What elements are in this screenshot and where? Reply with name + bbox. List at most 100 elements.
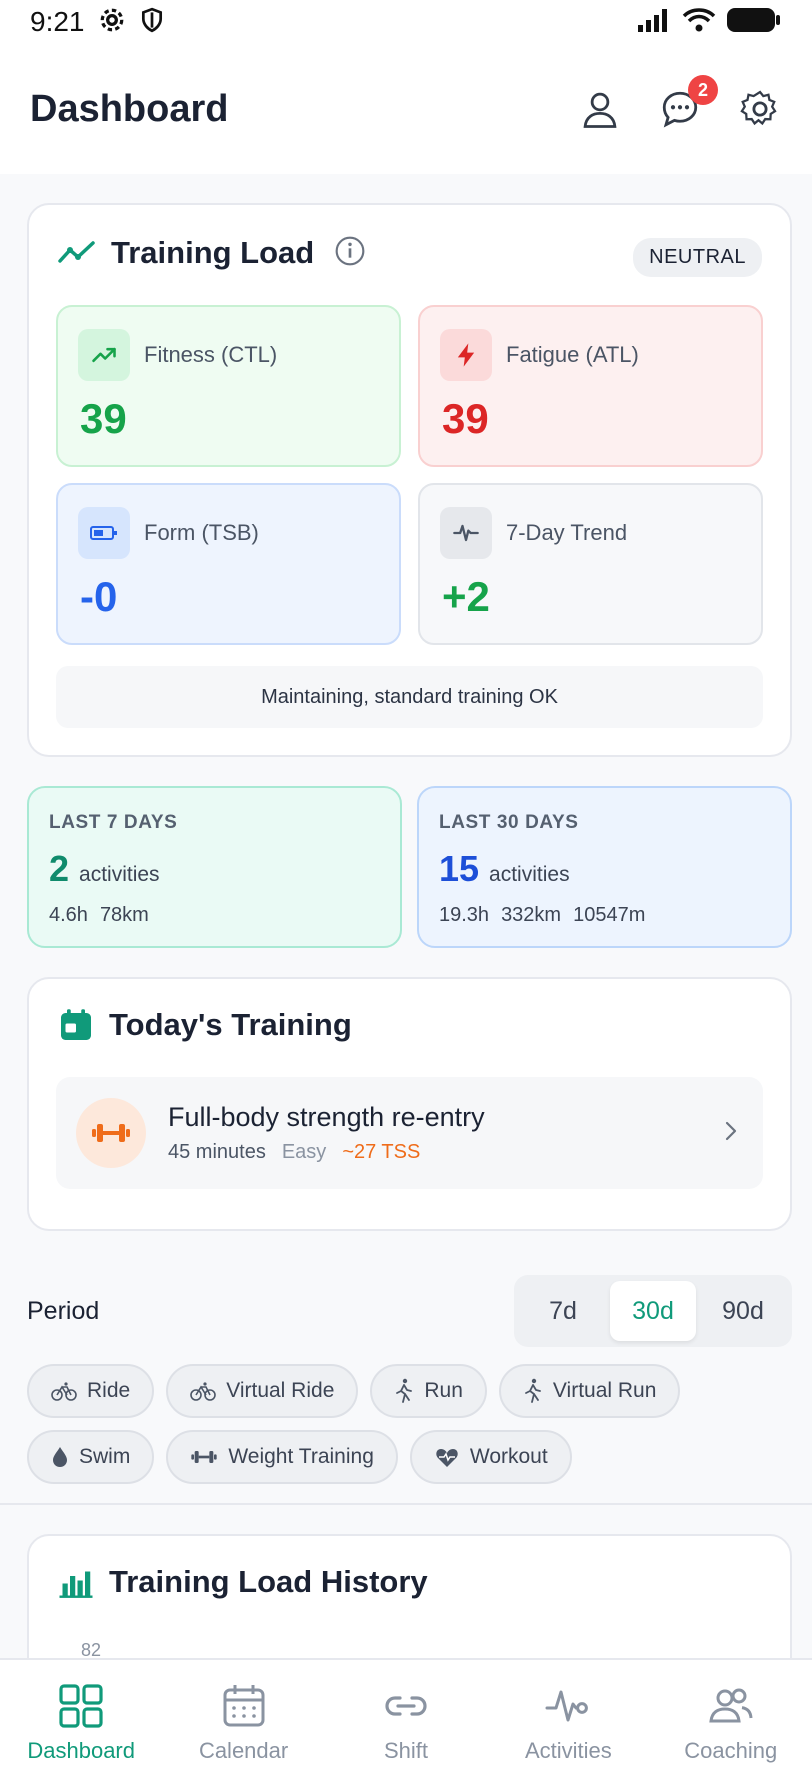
workout-item[interactable]: Full-body strength re-entry 45 minutes E…: [56, 1077, 763, 1189]
page-title: Dashboard: [30, 87, 229, 130]
period-option-90d[interactable]: 90d: [700, 1281, 786, 1341]
last-30-days-elevation: 10547m: [573, 904, 646, 926]
runner-icon: [525, 1378, 541, 1403]
last-7-days-card[interactable]: LAST 7 DAYS 2 activities 4.6h 78km: [27, 786, 402, 948]
bike-icon: [190, 1382, 217, 1401]
runner-icon: [396, 1378, 413, 1403]
last-7-days-count: 2: [49, 848, 70, 889]
messages-button[interactable]: 2: [658, 75, 718, 131]
chevron-right-icon: [719, 1117, 743, 1150]
info-icon[interactable]: [334, 235, 366, 272]
heart-pulse-icon: [436, 1449, 458, 1467]
filter-chip-label: Weight Training: [228, 1445, 374, 1468]
status-bar: 9:21: [0, 0, 812, 44]
filter-chip-virtual-ride[interactable]: Virtual Ride: [166, 1364, 359, 1418]
last-30-days-distance: 332km: [501, 904, 562, 926]
pulse-icon: [440, 507, 492, 559]
period-segmented-control: 7d 30d 90d: [514, 1275, 792, 1347]
trend-line-icon: [58, 241, 95, 263]
filter-chip-swim[interactable]: Swim: [27, 1430, 155, 1484]
messages-badge: 2: [688, 75, 718, 105]
dumbbell-icon: [191, 1451, 218, 1463]
dashboard-content: Training Load NEUTRAL Fitness (CTL) 39 F…: [0, 174, 812, 1658]
section-divider: [0, 1503, 812, 1505]
last-7-days-label: LAST 7 DAYS: [49, 812, 178, 833]
period-option-30d[interactable]: 30d: [610, 1281, 696, 1341]
battery-icon: [726, 6, 782, 39]
fatigue-value: 39: [442, 395, 489, 442]
todays-training-card: Today's Training Full-body strength re-e…: [27, 977, 792, 1231]
training-load-history-title: Training Load History: [109, 1564, 428, 1599]
workout-name: Full-body strength re-entry: [168, 1102, 485, 1132]
settings-status-icon: [99, 7, 125, 38]
nav-item-coaching[interactable]: Coaching: [656, 1682, 806, 1764]
battery-level-icon: [78, 507, 130, 559]
training-load-history-card: Training Load History 82: [27, 1534, 792, 1658]
filter-chip-workout[interactable]: Workout: [409, 1430, 572, 1484]
last-30-days-hours: 19.3h: [439, 904, 490, 926]
fatigue-metric: Fatigue (ATL) 39: [418, 305, 763, 467]
signal-icon: [636, 7, 672, 38]
last-30-days-unit: activities: [489, 863, 570, 886]
filter-chip-ride[interactable]: Ride: [27, 1364, 155, 1418]
water-drop-icon: [53, 1447, 67, 1467]
filter-chip-virtual-run[interactable]: Virtual Run: [498, 1364, 681, 1418]
filter-chip-weight-training[interactable]: Weight Training: [166, 1430, 398, 1484]
app-header: Dashboard 2: [0, 44, 812, 174]
wifi-icon: [682, 7, 716, 38]
nav-item-shift[interactable]: Shift: [331, 1682, 481, 1764]
period-selector-row: Period 7d 30d 90d: [27, 1274, 792, 1348]
last-7-days-distance: 78km: [99, 904, 149, 926]
filter-chip-label: Virtual Run: [552, 1379, 657, 1402]
nav-label: Calendar: [198, 1738, 289, 1763]
trend-label: 7-Day Trend: [506, 520, 628, 545]
workout-level: Easy: [281, 1141, 327, 1163]
chart-y-tick: 82: [81, 1640, 102, 1658]
filter-chip-label: Workout: [469, 1445, 548, 1468]
form-value: -0: [80, 573, 118, 620]
bike-icon: [51, 1382, 77, 1401]
gear-icon: [740, 90, 777, 126]
training-load-note: Maintaining, standard training OK: [56, 666, 763, 728]
filter-chip-label: Run: [424, 1379, 463, 1402]
filter-chip-label: Ride: [87, 1379, 131, 1402]
activity-filter-chips: Ride Virtual Ride Run Virtual Run Swim W…: [27, 1364, 792, 1496]
fitness-value: 39: [80, 395, 127, 442]
activity-pulse-icon: [545, 1690, 589, 1722]
todays-training-title: Today's Training: [109, 1007, 352, 1042]
training-state-badge: NEUTRAL: [633, 238, 762, 277]
nav-label: Coaching: [684, 1738, 778, 1763]
form-metric: Form (TSB) -0: [56, 483, 401, 645]
calendar-icon: [223, 1685, 265, 1727]
nav-item-dashboard[interactable]: Dashboard: [6, 1682, 156, 1764]
filter-chip-label: Virtual Ride: [226, 1379, 335, 1402]
workout-tss: ~27 TSS: [342, 1141, 421, 1163]
profile-button[interactable]: [578, 87, 622, 131]
last-30-days-card[interactable]: LAST 30 DAYS 15 activities 19.3h 332km 1…: [417, 786, 792, 948]
link-icon: [385, 1696, 427, 1716]
fitness-metric: Fitness (CTL) 39: [56, 305, 401, 467]
settings-button[interactable]: [738, 87, 782, 131]
period-option-7d[interactable]: 7d: [520, 1281, 606, 1341]
period-label: Period: [27, 1296, 100, 1325]
status-time: 9:21: [30, 6, 85, 37]
shield-status-icon: [139, 7, 165, 38]
form-label: Form (TSB): [144, 520, 259, 545]
nav-item-activities[interactable]: Activities: [493, 1682, 643, 1764]
nav-item-calendar[interactable]: Calendar: [169, 1682, 319, 1764]
bar-chart-icon: [59, 1571, 93, 1598]
trend-metric: 7-Day Trend +2: [418, 483, 763, 645]
filter-chip-run[interactable]: Run: [370, 1364, 487, 1418]
dashboard-grid-icon: [59, 1684, 103, 1728]
nav-label: Activities: [524, 1738, 612, 1763]
workout-duration: 45 minutes: [168, 1141, 266, 1163]
fatigue-label: Fatigue (ATL): [506, 342, 639, 367]
nav-label: Shift: [383, 1738, 428, 1763]
lightning-icon: [440, 329, 492, 381]
filter-chip-label: Swim: [79, 1445, 131, 1468]
calendar-icon: [61, 1009, 91, 1040]
training-load-title: Training Load: [111, 235, 315, 270]
last-30-days-count: 15: [439, 848, 480, 889]
training-load-card: Training Load NEUTRAL Fitness (CTL) 39 F…: [27, 203, 792, 757]
fitness-label: Fitness (CTL): [144, 342, 278, 367]
